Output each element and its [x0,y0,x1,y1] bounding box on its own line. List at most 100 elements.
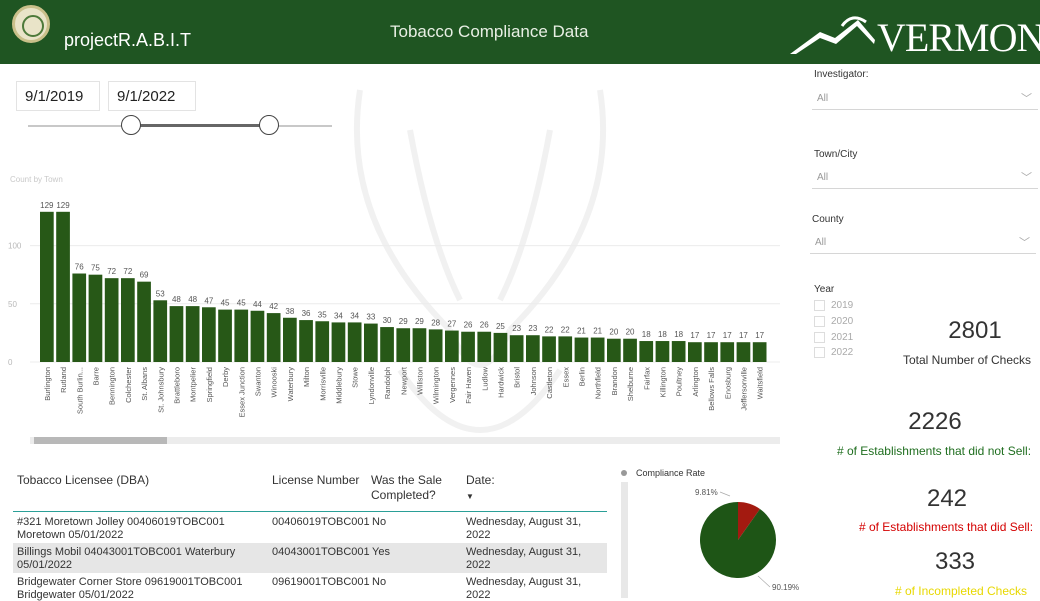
table-row[interactable]: Billings Mobil 04043001TOBC001 Waterbury… [13,543,607,573]
checkbox[interactable] [814,332,825,343]
bar [461,331,475,362]
year-option-2021[interactable]: 2021 [814,332,853,343]
data-label: 36 [302,309,311,318]
compliance-rate-pie[interactable]: 9.81% 90.19% [680,480,820,600]
bar [234,309,249,362]
data-label: 48 [188,295,197,304]
cell-sale: Yes [372,546,390,558]
x-tick-label: Williston [415,367,424,395]
pie-title: Compliance Rate [636,468,706,478]
table-vertical-scrollbar[interactable] [621,482,628,598]
bar [655,341,670,362]
town-dropdown[interactable]: All ﹀ [812,167,1038,189]
x-tick-label: Lyndonville [367,367,376,404]
x-tick-label: Fairfax [642,367,651,390]
year-option-2022[interactable]: 2022 [814,347,853,358]
not-sell-value: 2226 [908,408,962,435]
start-date-input[interactable]: 9/1/2019 [16,81,100,111]
data-label: 53 [156,289,165,298]
bar [412,328,427,362]
checkbox[interactable] [814,300,825,311]
data-label: 75 [91,264,100,273]
county-dropdown[interactable]: All ﹀ [810,232,1036,254]
bar [364,323,378,362]
data-label: 129 [40,201,54,210]
x-tick-label: Middlebury [334,367,343,404]
data-label: 48 [172,295,181,304]
data-label: 76 [75,263,84,272]
date-slider-end-handle[interactable] [259,115,279,135]
checkbox[interactable] [814,316,825,327]
page-title: Tobacco Compliance Data [390,22,589,41]
x-tick-label: Burlington [43,367,52,401]
data-label: 18 [642,330,651,339]
col-header-sale[interactable]: Was the Sale Completed? [371,473,451,503]
pie-slice [700,502,776,578]
bar [720,342,735,362]
x-tick-label: Essex Junction [237,367,246,417]
data-label: 17 [690,331,699,340]
data-label: 129 [56,201,70,210]
cell-dba: Billings Mobil 04043001TOBC001 Waterbury… [17,546,236,571]
data-label: 18 [674,330,683,339]
investigator-dropdown[interactable]: All ﹀ [812,88,1038,110]
data-label: 72 [123,267,132,276]
table-row[interactable]: #321 Moretown Jolley 00406019TOBC001 Mor… [13,513,607,543]
table-row[interactable]: Bridgewater Corner Store 09619001TOBC001… [13,573,607,601]
x-tick-label: Hardwick [496,367,505,398]
data-label: 35 [318,310,327,319]
x-tick-label: Bennington [108,367,117,405]
data-label: 17 [723,331,732,340]
bar [542,336,556,362]
county-value: All [815,237,827,248]
checkbox[interactable] [814,347,825,358]
bar [218,309,232,362]
x-tick-label: Jeffersonville [739,367,748,411]
x-tick-label: Fair Haven [464,367,473,404]
data-label: 25 [496,322,505,331]
town-value: All [817,172,829,183]
total-checks-label: Total Number of Checks [902,353,1032,367]
data-label: 47 [204,296,213,305]
data-label: 33 [366,313,375,322]
x-tick-label: Johnson [529,367,538,395]
cell-license: 04043001TOBC001 [272,546,370,558]
end-date-input[interactable]: 9/1/2022 [108,81,196,111]
bar [104,278,119,362]
x-tick-label: Vergennes [448,367,457,403]
bar [477,331,492,362]
x-tick-label: Winooski [270,367,279,398]
count-by-town-chart[interactable]: 0 50 100 129 Burlington 129 Rutland 76 South Bur… [0,185,780,425]
pie-label-large: 90.19% [772,583,799,592]
x-tick-label: Newport [399,366,408,395]
x-tick-label: St. Johnsbury [156,367,165,413]
bar [137,281,151,362]
col-header-date[interactable]: Date: ▼ [466,473,495,504]
data-label: 18 [658,330,667,339]
date-slider-start-handle[interactable] [121,115,141,135]
app-title: projectR.A.B.I.T [64,30,192,50]
bar [590,337,605,362]
x-tick-label: Colchester [124,367,133,403]
x-tick-label: Killington [658,367,667,397]
x-tick-label: Barre [91,367,100,385]
y-tick-label: 100 [8,242,22,251]
bar [671,341,686,362]
chart-scroll-thumb[interactable] [34,437,167,444]
bar [169,306,184,362]
data-label: 45 [237,299,246,308]
x-tick-label: Waitsfield [756,367,765,399]
col-header-license[interactable]: License Number [272,473,359,488]
bar [736,342,751,362]
bar [623,338,637,362]
data-label: 23 [512,324,521,333]
data-label: 34 [350,311,359,320]
data-label: 23 [528,324,537,333]
year-option-2020[interactable]: 2020 [814,316,853,327]
data-label: 27 [447,320,456,329]
data-label: 22 [561,325,570,334]
bar [250,310,265,362]
col-header-dba[interactable]: Tobacco Licensee (DBA) [17,473,149,488]
x-tick-label: Enosburg [723,367,732,399]
year-option-2019[interactable]: 2019 [814,300,853,311]
